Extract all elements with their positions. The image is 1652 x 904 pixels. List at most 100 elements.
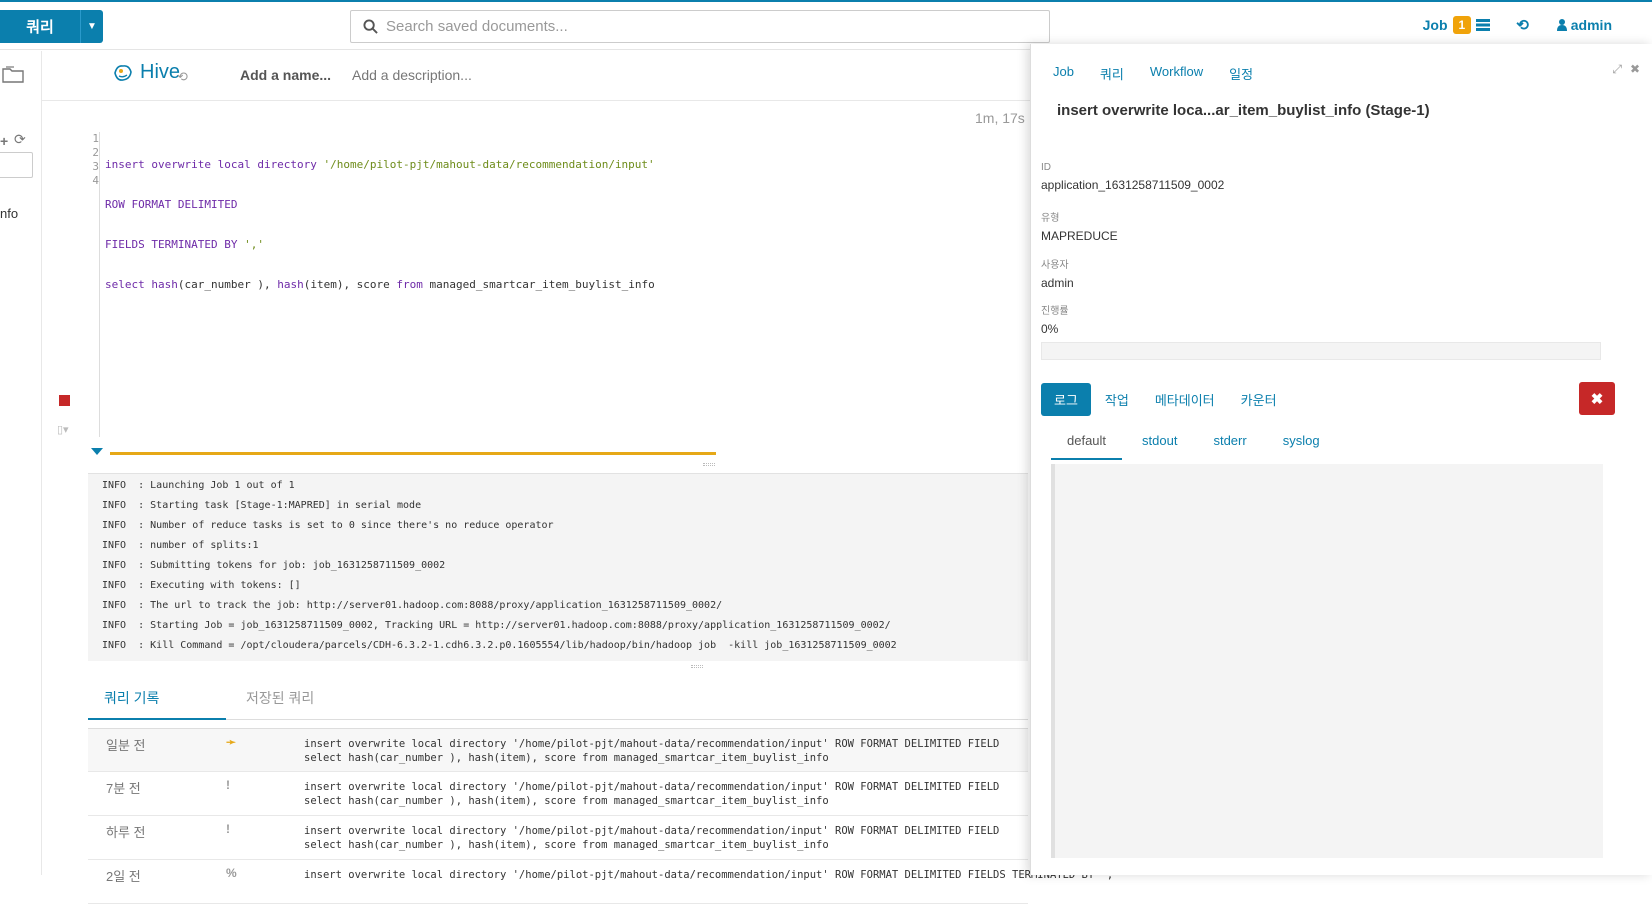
code-function: hash — [151, 278, 178, 291]
history-time: 하루 전 — [106, 825, 146, 840]
history-row[interactable]: 일분 전 ➛ insert overwrite local directory … — [88, 728, 1028, 772]
hive-title[interactable]: Hive — [112, 61, 180, 84]
job-id-field: ID application_1631258711509_0002 — [1041, 162, 1224, 192]
expand-icon[interactable]: ⤢ — [1612, 62, 1622, 77]
history-query: insert overwrite local directory '/home/… — [304, 824, 999, 852]
history-time: 일분 전 — [106, 738, 146, 753]
list-icon — [1476, 19, 1491, 31]
log-line: INFO : number of splits:1 — [102, 540, 259, 551]
job-panel-tabs: Job 쿼리 Workflow 일정 — [1053, 64, 1253, 83]
collapse-log-icon[interactable] — [91, 448, 103, 455]
kill-job-button[interactable]: ✖ — [1579, 382, 1615, 415]
top-navbar: 쿼리 ▼ Job 1 ⟲ admin — [0, 2, 1652, 50]
code-string: ',' — [244, 238, 264, 251]
tab-jobs[interactable]: Job — [1053, 64, 1074, 83]
editor-code[interactable]: insert overwrite local directory '/home/… — [105, 132, 655, 318]
sql-editor[interactable]: 1 2 3 4 insert overwrite local directory… — [88, 132, 1028, 437]
line-number: 1 — [92, 132, 99, 145]
search-box[interactable] — [350, 10, 1050, 43]
log-line: INFO : Kill Command = /opt/cloudera/parc… — [102, 640, 897, 651]
job-progress-field: 진행률 0% — [1041, 302, 1069, 336]
code-keyword: FIELDS TERMINATED BY — [105, 238, 245, 251]
plus-icon[interactable]: + — [0, 133, 8, 149]
history-query-line: insert overwrite local directory '/home/… — [304, 825, 1000, 837]
log-line: INFO : The url to track the job: http://… — [102, 600, 723, 611]
history-query-line: insert overwrite local directory '/home/… — [304, 781, 1000, 793]
resize-handle[interactable] — [691, 665, 703, 668]
history-tabs: 쿼리 기록 저장된 쿼리 — [88, 680, 1028, 720]
job-user-value: admin — [1041, 276, 1074, 290]
history-row[interactable]: 7분 전 ! insert overwrite local directory … — [88, 772, 1028, 816]
history-query: insert overwrite local directory '/home/… — [304, 780, 999, 808]
log-line: INFO : Executing with tokens: [] — [102, 580, 301, 591]
tab-metadata[interactable]: 메타데이터 — [1155, 390, 1215, 409]
tab-schedule[interactable]: 일정 — [1229, 64, 1253, 83]
running-status-icon: ➛ — [226, 735, 237, 749]
failed-status-icon: ! — [226, 778, 230, 792]
code-line: select hash(car_number ), hash(item), sc… — [105, 278, 655, 292]
job-browser-panel: Job 쿼리 Workflow 일정 ⤢ ✖ insert overwrite … — [1030, 44, 1652, 875]
jobs-count-badge: 1 — [1452, 16, 1472, 34]
table-item[interactable]: nfo — [0, 206, 18, 221]
field-label: 사용자 — [1041, 260, 1069, 271]
jobs-button[interactable]: Job 1 — [1423, 16, 1491, 34]
log-line: INFO : Launching Job 1 out of 1 — [102, 480, 295, 491]
tab-logs[interactable]: 로그 — [1041, 383, 1091, 416]
job-log-output[interactable] — [1051, 464, 1603, 858]
tab-workflow[interactable]: Workflow — [1150, 64, 1203, 83]
history-row[interactable]: 하루 전 ! insert overwrite local directory … — [88, 816, 1028, 860]
history-row[interactable]: 2일 전 % insert overwrite local directory … — [88, 860, 1119, 904]
tab-query-history[interactable]: 쿼리 기록 — [88, 680, 226, 720]
query-button[interactable]: 쿼리 ▼ — [0, 10, 103, 43]
chevron-down-icon[interactable]: ▼ — [80, 10, 103, 43]
code-string: '/home/pilot-pjt/mahout-data/recommendat… — [323, 158, 655, 171]
elapsed-time: 1m, 17s — [975, 110, 1025, 126]
tab-tasks[interactable]: 작업 — [1105, 390, 1129, 409]
tab-queries[interactable]: 쿼리 — [1100, 64, 1124, 83]
history-query-line: insert overwrite local directory '/home/… — [304, 869, 1120, 881]
hive-logo-icon — [114, 64, 132, 81]
history-time: 7분 전 — [106, 781, 141, 796]
execution-log: INFO : Launching Job 1 out of 1 INFO : S… — [88, 473, 1028, 661]
log-line: INFO : Submitting tokens for job: job_16… — [102, 560, 446, 571]
history-query-line: insert overwrite local directory '/home/… — [304, 738, 1000, 750]
execution-progress-bar — [110, 452, 716, 455]
query-description-field[interactable]: Add a description... — [352, 67, 472, 83]
history-query: insert overwrite local directory '/home/… — [304, 868, 1119, 882]
job-title: insert overwrite loca...ar_item_buylist_… — [1057, 102, 1430, 119]
editor-gutter: 1 2 3 4 — [88, 132, 100, 437]
line-number: 3 — [92, 160, 99, 173]
query-history-list: 일분 전 ➛ insert overwrite local directory … — [88, 728, 1119, 904]
code-text: (item), score — [303, 278, 397, 291]
tab-counters[interactable]: 카운터 — [1241, 390, 1277, 409]
query-history-icon[interactable]: ⟲ — [177, 69, 188, 85]
user-menu[interactable]: admin — [1556, 17, 1612, 33]
job-type-value: MAPREDUCE — [1041, 229, 1118, 243]
query-name-field[interactable]: Add a name... — [240, 67, 331, 83]
jobs-label: Job — [1422, 17, 1448, 33]
job-detail-tabs: 로그 작업 메타데이터 카운터 — [1041, 383, 1277, 416]
tab-stdout[interactable]: stdout — [1126, 424, 1193, 460]
tab-default[interactable]: default — [1051, 424, 1123, 460]
code-keyword: ROW FORMAT DELIMITED — [105, 198, 238, 211]
status-icon: % — [226, 866, 237, 880]
tab-stderr[interactable]: stderr — [1197, 424, 1262, 460]
refresh-icon[interactable]: ⟳ — [14, 131, 26, 148]
job-type-field: 유형 MAPREDUCE — [1041, 209, 1118, 243]
history-query-line: select hash(car_number ), hash(item), sc… — [304, 795, 829, 807]
close-icon[interactable]: ✖ — [1630, 62, 1640, 77]
search-input[interactable] — [386, 18, 1026, 35]
field-label: 유형 — [1041, 213, 1060, 224]
code-keyword: from — [396, 278, 423, 291]
tab-saved-queries[interactable]: 저장된 쿼리 — [230, 680, 330, 720]
folder-icon[interactable] — [2, 65, 24, 83]
history-icon[interactable]: ⟲ — [1516, 16, 1529, 34]
filter-input[interactable] — [0, 152, 33, 178]
job-progress-value: 0% — [1041, 322, 1059, 336]
resize-handle[interactable] — [703, 463, 715, 466]
stop-execution-icon[interactable] — [59, 395, 70, 406]
code-text: (car_number ), — [177, 278, 278, 291]
snippet-options-icon[interactable]: ▯▾ — [57, 423, 69, 436]
code-line: FIELDS TERMINATED BY ',' — [105, 238, 655, 252]
tab-syslog[interactable]: syslog — [1267, 424, 1336, 460]
